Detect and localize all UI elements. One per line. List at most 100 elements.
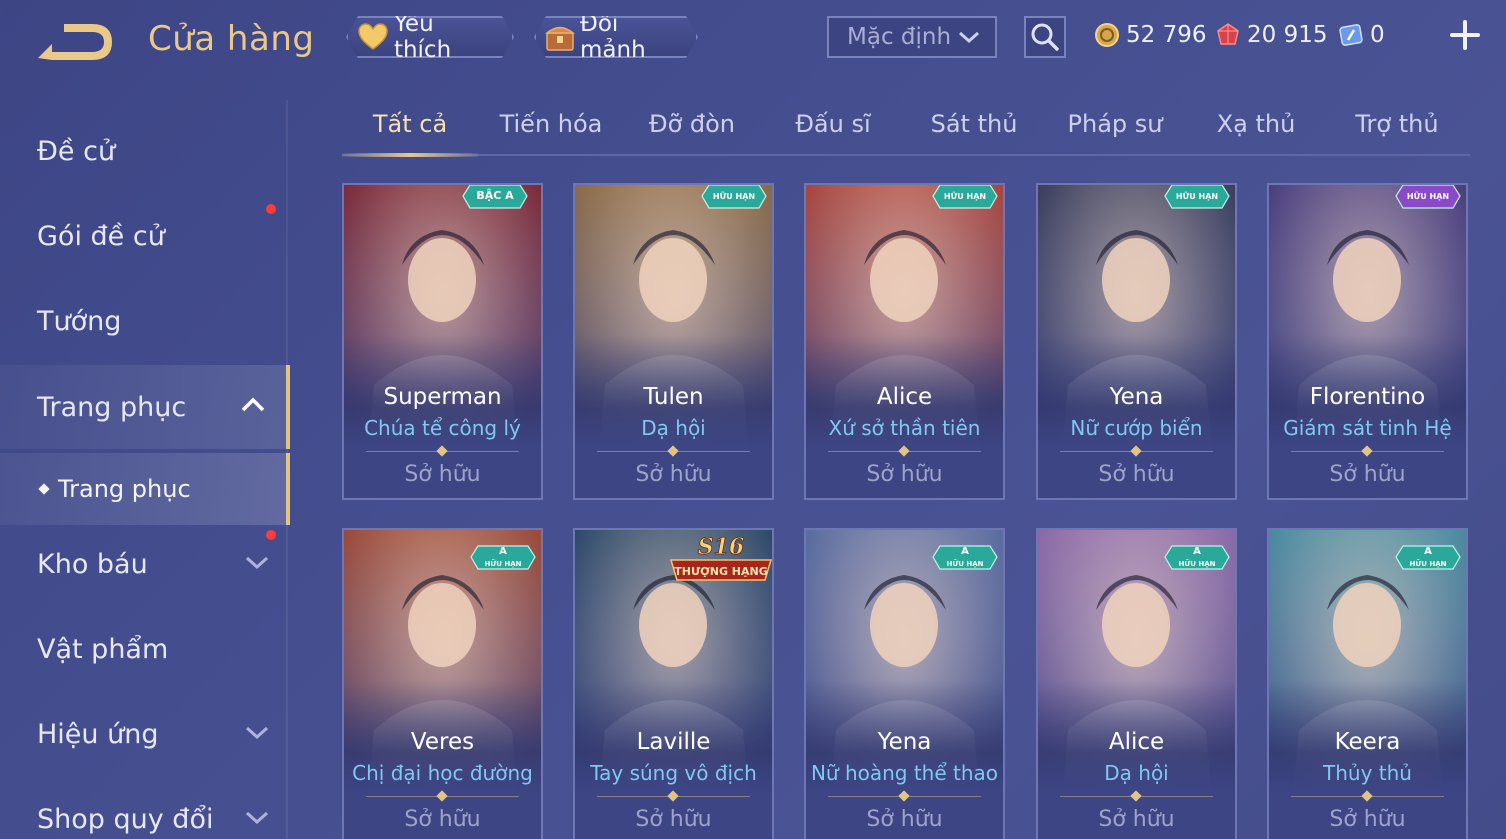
skin-name: Xứ sở thần tiên: [828, 416, 981, 440]
skin-card-yena[interactable]: HỮU HẠN Yena Nữ cướp biển Sở hữu: [1036, 183, 1237, 500]
top-bar: Cửa hàng Yêu thích Đổi mảnh Mặc định 52 …: [0, 0, 1506, 80]
tier-badge: HỮU HẠN: [701, 185, 767, 209]
sort-dropdown[interactable]: Mặc định: [827, 16, 997, 58]
ownership-status: Sở hữu: [404, 807, 481, 832]
skin-card-laville[interactable]: S16 THƯỢNG HẠNG Laville Tay súng vô địch Sở …: [573, 528, 774, 839]
skin-name: Dạ hội: [1104, 761, 1169, 785]
sort-value: Mặc định: [847, 24, 952, 50]
sidebar-item-items[interactable]: Vật phẩm: [0, 607, 290, 691]
hero-name: Keera: [1334, 729, 1401, 755]
tab-evolution[interactable]: Tiến hóa: [483, 110, 619, 154]
tab-label: Đỡ đòn: [648, 110, 736, 138]
active-tab-underline: [342, 153, 478, 157]
sidebar-item-treasure[interactable]: Kho báu: [0, 522, 290, 606]
search-button[interactable]: [1024, 16, 1066, 58]
svg-text:HỮU HẠN: HỮU HẠN: [1410, 559, 1447, 568]
tab-marksman[interactable]: Xạ thủ: [1188, 110, 1324, 154]
svg-text:HỮU HẠN: HỮU HẠN: [1407, 190, 1449, 201]
sidebar-item-effects[interactable]: Hiệu ứng: [0, 692, 290, 776]
sidebar-item-skins[interactable]: Trang phục: [0, 365, 290, 449]
tab-support[interactable]: Trợ thủ: [1329, 110, 1465, 154]
exchange-shards-button[interactable]: Đổi mảnh: [534, 16, 698, 58]
sidebar-item-label: Hiệu ứng: [37, 718, 159, 750]
tab-mage[interactable]: Pháp sư: [1047, 110, 1183, 154]
tab-all[interactable]: Tất cả: [342, 110, 478, 157]
hero-name: Yena: [1109, 384, 1164, 410]
skin-card-alice-party[interactable]: A HỮU HẠN Alice Dạ hội Sở hữu: [1036, 528, 1237, 839]
skin-name: Tay súng vô địch: [590, 761, 757, 785]
svg-text:HỮU HẠN: HỮU HẠN: [485, 559, 522, 568]
svg-text:A: A: [961, 546, 969, 557]
skin-grid: BẬC A Superman Chúa tể công lý Sở hữu HỮU HẠ…: [342, 183, 1470, 839]
ruby-gem-icon: [1217, 23, 1239, 45]
tab-label: Đấu sĩ: [795, 110, 871, 138]
sidebar-item-label: Shop quy đổi: [37, 803, 214, 835]
skin-card-yena-sport[interactable]: A HỮU HẠN Yena Nữ hoàng thể thao Sở hữu: [804, 528, 1005, 839]
hero-name: Veres: [410, 729, 475, 755]
favorites-label: Yêu thích: [393, 11, 452, 63]
svg-text:S16: S16: [698, 534, 745, 560]
skin-card-tulen[interactable]: HỮU HẠN Tulen Dạ hội Sở hữu: [573, 183, 774, 500]
sidebar-item-label: Đề cử: [37, 135, 116, 167]
skin-name: Chị đại học đường: [352, 761, 533, 785]
ownership-status: Sở hữu: [1098, 462, 1175, 487]
skin-card-superman[interactable]: BẬC A Superman Chúa tể công lý Sở hữu: [342, 183, 543, 500]
svg-text:A: A: [499, 546, 507, 557]
svg-text:HỮU HẠN: HỮU HẠN: [713, 190, 755, 201]
ownership-status: Sở hữu: [635, 807, 712, 832]
skin-name: Nữ cướp biển: [1070, 416, 1203, 440]
rank-badge-s16: S16 THƯỢNG HẠNG: [669, 534, 772, 581]
chevron-down-icon: [245, 811, 269, 825]
skin-card-veres[interactable]: A HỮU HẠN Veres Chị đại học đường Sở hữu: [342, 528, 543, 839]
tier-badge: A HỮU HẠN: [470, 545, 536, 570]
tab-label: Trợ thủ: [1355, 110, 1439, 138]
tab-fighter[interactable]: Đấu sĩ: [765, 110, 901, 154]
favorites-button[interactable]: Yêu thích: [346, 16, 514, 58]
tier-badge: HỮU HẠN: [932, 185, 998, 209]
tab-assassin[interactable]: Sát thủ: [906, 110, 1042, 154]
sidebar: Đề cử Gói đề cử Tướng Trang phục Trang p…: [0, 100, 290, 839]
sidebar-item-label: Kho báu: [37, 548, 148, 580]
hero-name: Florentino: [1309, 384, 1426, 410]
chevron-down-icon: [959, 31, 979, 44]
gold-coin-icon: [1095, 23, 1119, 47]
sidebar-subitem-skins[interactable]: Trang phục: [0, 453, 290, 525]
tab-label: Pháp sư: [1067, 110, 1163, 138]
ruby-currency: 20 915: [1215, 20, 1327, 50]
svg-text:A: A: [1193, 546, 1201, 557]
svg-text:BẬC A: BẬC A: [476, 189, 514, 202]
hero-name: Superman: [383, 384, 502, 410]
sidebar-subitem-label: Trang phục: [58, 475, 191, 503]
notification-dot: [266, 204, 276, 214]
ownership-status: Sở hữu: [1329, 462, 1406, 487]
sidebar-item-label: Vật phẩm: [37, 633, 169, 665]
svg-text:THƯỢNG HẠNG: THƯỢNG HẠNG: [674, 565, 768, 578]
tier-badge: A HỮU HẠN: [932, 545, 998, 570]
tab-tank[interactable]: Đỡ đòn: [624, 110, 760, 154]
tier-badge: A HỮU HẠN: [1395, 545, 1461, 570]
sidebar-item-recommended-packs[interactable]: Gói đề cử: [0, 194, 290, 278]
sidebar-item-exchange-shop[interactable]: Shop quy đổi: [0, 777, 290, 839]
ownership-status: Sở hữu: [1329, 807, 1406, 832]
voucher-icon: [1339, 24, 1363, 46]
skin-name: Dạ hội: [641, 416, 706, 440]
skin-name: Chúa tể công lý: [364, 416, 521, 440]
chevron-up-icon: [241, 397, 265, 412]
add-currency-plus-icon[interactable]: [1448, 18, 1482, 52]
sidebar-item-heroes[interactable]: Tướng: [0, 279, 290, 363]
voucher-amount: 0: [1370, 22, 1385, 48]
skin-card-keera[interactable]: A HỮU HẠN Keera Thủy thủ Sở hữu: [1267, 528, 1468, 839]
tab-label: Tiến hóa: [499, 110, 603, 138]
ownership-status: Sở hữu: [866, 462, 943, 487]
search-icon: [1031, 23, 1059, 51]
tab-label: Xạ thủ: [1216, 110, 1296, 138]
chevron-down-icon: [245, 726, 269, 740]
sidebar-item-label: Tướng: [37, 305, 122, 337]
back-arrow-icon[interactable]: [34, 18, 118, 66]
category-tabs: Tất cả Tiến hóa Đỡ đòn Đấu sĩ Sát thủ Ph…: [342, 100, 1470, 157]
ownership-status: Sở hữu: [635, 462, 712, 487]
sidebar-item-recommended[interactable]: Đề cử: [0, 109, 290, 193]
heart-icon: [356, 20, 390, 54]
skin-card-alice[interactable]: HỮU HẠN Alice Xứ sở thần tiên Sở hữu: [804, 183, 1005, 500]
skin-card-florentino[interactable]: HỮU HẠN Florentino Giám sát tinh Hệ Sở hữu: [1267, 183, 1468, 500]
